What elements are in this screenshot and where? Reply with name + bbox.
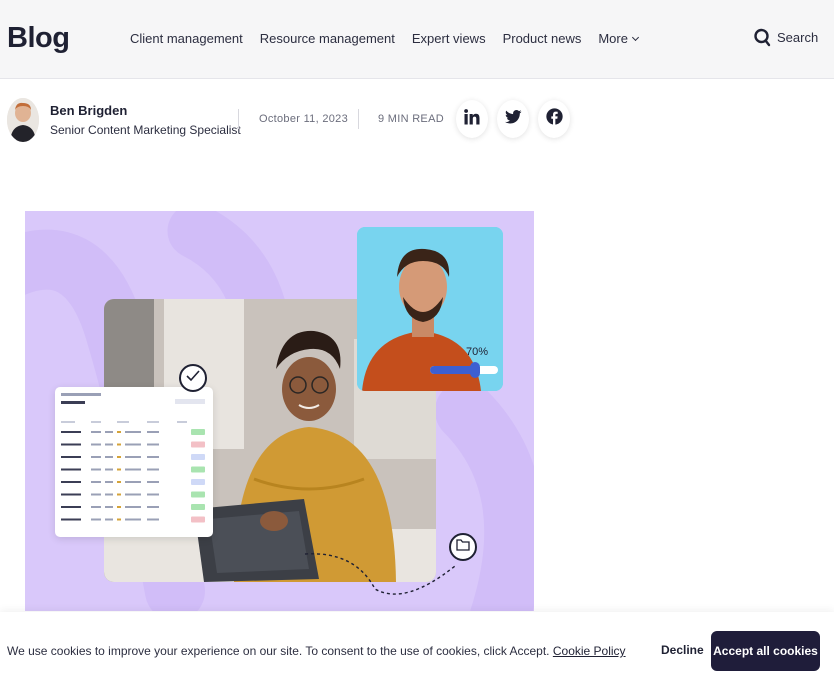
checkmark-bubble <box>179 364 207 392</box>
main-nav: Client management Resource management Ex… <box>130 31 640 46</box>
table-row-cell <box>117 431 121 433</box>
divider <box>358 109 359 129</box>
table-row-cell <box>91 443 101 446</box>
post-date: October 11, 2023 <box>259 113 348 125</box>
slider-knob[interactable] <box>470 362 480 378</box>
table-row-cell <box>147 456 159 458</box>
divider <box>238 109 239 129</box>
table-row-cell <box>117 443 121 446</box>
share-facebook-button[interactable] <box>538 100 570 138</box>
table-row-cell <box>125 493 141 496</box>
folder-bubble <box>449 533 477 561</box>
table-row-cell <box>61 468 81 471</box>
table-row-cell <box>91 468 101 471</box>
facebook-icon <box>545 108 563 130</box>
share-twitter-button[interactable] <box>497 100 529 138</box>
table-row-cell <box>105 443 113 446</box>
table-row-cell <box>105 518 113 521</box>
nav-resource-management[interactable]: Resource management <box>260 31 395 46</box>
decline-button[interactable]: Decline <box>661 643 704 657</box>
accept-all-cookies-button[interactable]: Accept all cookies <box>711 631 820 671</box>
table-row-cell <box>61 456 81 458</box>
search-button[interactable]: Search <box>754 28 818 47</box>
table-row-cell <box>125 468 141 471</box>
table-row-cell <box>91 481 101 483</box>
status-badge <box>191 466 205 473</box>
table-row-cell <box>147 468 159 471</box>
search-label: Search <box>777 30 819 45</box>
share-linkedin-button[interactable] <box>456 100 488 138</box>
status-badge <box>191 504 205 510</box>
table-row-cell <box>125 431 141 433</box>
table-row-cell <box>61 518 81 521</box>
table-row-cell <box>117 493 121 496</box>
status-badge <box>191 454 205 460</box>
blog-logo[interactable]: Blog <box>7 22 70 55</box>
cookie-policy-link[interactable]: Cookie Policy <box>553 644 626 658</box>
linkedin-icon <box>464 108 480 130</box>
chevron-down-icon <box>631 33 640 41</box>
nav-more-label: More <box>598 31 628 46</box>
table-row-cell <box>91 493 101 496</box>
table-row-cell <box>91 456 101 458</box>
search-icon <box>754 28 771 47</box>
table-row-cell <box>105 431 113 433</box>
table-row-cell <box>147 443 159 446</box>
status-badge <box>191 441 205 448</box>
table-row-cell <box>125 506 141 508</box>
table-row-cell <box>147 481 159 483</box>
table-row-cell <box>125 443 141 446</box>
slider-percent-label: 70% <box>466 346 489 358</box>
nav-client-management[interactable]: Client management <box>130 31 243 46</box>
cookie-message-text: We use cookies to improve your experienc… <box>7 644 550 658</box>
table-row-cell <box>117 468 121 471</box>
nav-expert-views[interactable]: Expert views <box>412 31 486 46</box>
status-badge <box>191 516 205 523</box>
table-row-cell <box>125 481 141 483</box>
twitter-icon <box>504 109 522 129</box>
table-row-cell <box>105 456 113 458</box>
site-header: Blog Client management Resource manageme… <box>0 0 834 79</box>
status-badge <box>191 479 205 485</box>
table-row-cell <box>125 518 141 521</box>
table-row-cell <box>105 506 113 508</box>
nav-product-news[interactable]: Product news <box>503 31 582 46</box>
table-row-cell <box>105 481 113 483</box>
table-row-cell <box>91 431 101 433</box>
table-row-cell <box>147 431 159 433</box>
status-badge <box>191 429 205 435</box>
table-row-cell <box>61 431 81 433</box>
table-row-cell <box>117 456 121 458</box>
hero-image: 70% <box>25 211 534 611</box>
table-row-cell <box>147 518 159 521</box>
table-row-cell <box>117 506 121 508</box>
cookie-message: We use cookies to improve your experienc… <box>7 644 626 658</box>
table-row-cell <box>105 468 113 471</box>
table-row-cell <box>117 518 121 521</box>
table-row-cell <box>91 518 101 521</box>
check-icon <box>186 369 200 387</box>
author-name[interactable]: Ben Brigden <box>50 103 241 118</box>
table-row-cell <box>61 506 81 508</box>
author-block: Ben Brigden Senior Content Marketing Spe… <box>7 97 241 143</box>
table-row-cell <box>61 481 81 483</box>
avatar[interactable] <box>7 98 39 142</box>
table-row-cell <box>117 481 121 483</box>
table-row-cell <box>61 443 81 446</box>
read-time: 9 MIN READ <box>378 113 444 125</box>
table-row-cell <box>125 456 141 458</box>
cookie-consent-bar: We use cookies to improve your experienc… <box>0 612 834 689</box>
status-badge <box>191 491 205 498</box>
table-row-cell <box>61 493 81 496</box>
table-row-cell <box>147 493 159 496</box>
project-table-card <box>55 387 213 537</box>
table-row-cell <box>147 506 159 508</box>
author-role: Senior Content Marketing Specialist <box>50 123 241 137</box>
progress-slider[interactable] <box>430 366 498 374</box>
table-row-cell <box>91 506 101 508</box>
table-row-cell <box>105 493 113 496</box>
nav-more-dropdown[interactable]: More <box>598 31 640 46</box>
folder-icon <box>456 538 470 556</box>
